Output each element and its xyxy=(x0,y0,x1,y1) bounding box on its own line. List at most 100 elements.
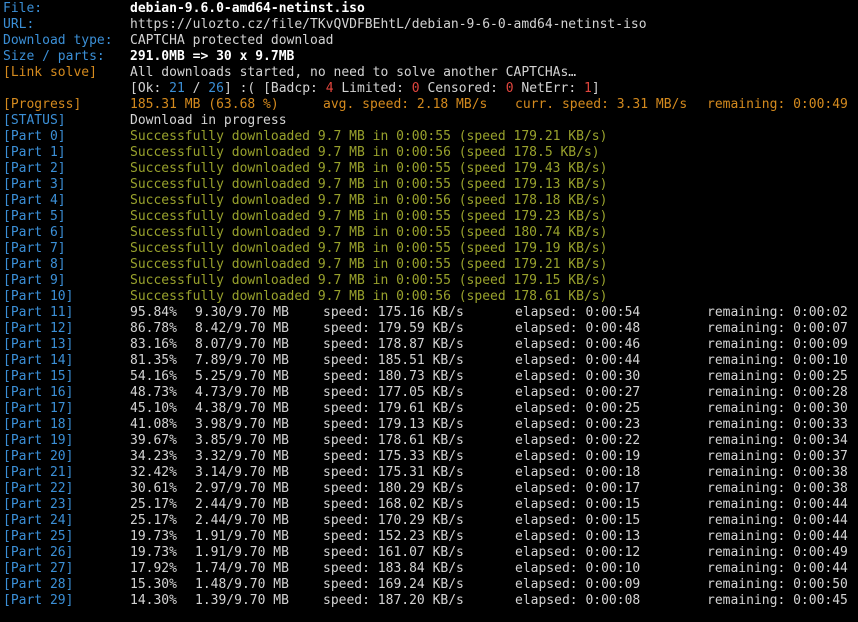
part-elapsed: elapsed: 0:00:18 xyxy=(515,465,641,480)
part-success-message: Successfully downloaded 9.7 MB in 0:00:5… xyxy=(130,241,608,256)
part-success-message: Successfully downloaded 9.7 MB in 0:00:5… xyxy=(130,161,608,176)
stats-ok-count: 21 xyxy=(169,81,185,96)
active-part-row: [Part 14] 81.35% 7.89/9.70 MB speed: 185.51… xyxy=(0,353,858,369)
part-speed: speed: 168.02 KB/s xyxy=(323,497,464,512)
part-label: [Part 19] xyxy=(3,433,74,448)
part-label: [Part 25] xyxy=(3,529,74,544)
part-remaining: remaining: 0:00:34 xyxy=(707,433,848,448)
part-label: [Part 13] xyxy=(3,337,74,352)
part-label: [Part 16] xyxy=(3,385,74,400)
part-size: 3.14/9.70 MB xyxy=(195,465,289,480)
part-elapsed: elapsed: 0:00:19 xyxy=(515,449,641,464)
completed-part-row: [Part 6] Successfully downloaded 9.7 MB i… xyxy=(0,225,858,241)
part-elapsed: elapsed: 0:00:48 xyxy=(515,321,641,336)
part-percent: 54.16% xyxy=(130,369,177,384)
part-remaining: remaining: 0:00:33 xyxy=(707,417,848,432)
part-speed: speed: 187.20 KB/s xyxy=(323,593,464,608)
part-percent: 34.23% xyxy=(130,449,177,464)
active-part-row: [Part 12] 86.78% 8.42/9.70 MB speed: 179.59… xyxy=(0,321,858,337)
completed-part-row: [Part 10] Successfully downloaded 9.7 MB … xyxy=(0,289,858,305)
part-label: [Part 28] xyxy=(3,577,74,592)
part-elapsed: elapsed: 0:00:15 xyxy=(515,513,641,528)
part-size: 4.38/9.70 MB xyxy=(195,401,289,416)
part-elapsed: elapsed: 0:00:44 xyxy=(515,353,641,368)
part-percent: 30.61% xyxy=(130,481,177,496)
status-value: Download in progress xyxy=(130,113,287,128)
active-part-row: [Part 17] 45.10% 4.38/9.70 MB speed: 179.61… xyxy=(0,401,858,417)
link-solve-message: All downloads started, no need to solve … xyxy=(130,65,577,80)
part-elapsed: elapsed: 0:00:30 xyxy=(515,369,641,384)
part-label: [Part 3] xyxy=(3,177,66,192)
part-elapsed: elapsed: 0:00:08 xyxy=(515,593,641,608)
file-label: File: xyxy=(3,1,43,16)
stats-censored-label: Censored: xyxy=(419,81,506,96)
part-label: [Part 21] xyxy=(3,465,74,480)
completed-part-row: [Part 7] Successfully downloaded 9.7 MB i… xyxy=(0,241,858,257)
part-speed: speed: 185.51 KB/s xyxy=(323,353,464,368)
part-remaining: remaining: 0:00:25 xyxy=(707,369,848,384)
part-speed: speed: 152.23 KB/s xyxy=(323,529,464,544)
part-size: 2.44/9.70 MB xyxy=(195,513,289,528)
part-remaining: remaining: 0:00:38 xyxy=(707,465,848,480)
part-label: [Part 20] xyxy=(3,449,74,464)
part-remaining: remaining: 0:00:30 xyxy=(707,401,848,416)
part-size: 1.91/9.70 MB xyxy=(195,545,289,560)
part-speed: speed: 177.05 KB/s xyxy=(323,385,464,400)
part-speed: speed: 180.73 KB/s xyxy=(323,369,464,384)
part-elapsed: elapsed: 0:00:54 xyxy=(515,305,641,320)
part-speed: speed: 175.16 KB/s xyxy=(323,305,464,320)
active-part-row: [Part 16] 48.73% 4.73/9.70 MB speed: 177.05… xyxy=(0,385,858,401)
part-size: 7.89/9.70 MB xyxy=(195,353,289,368)
part-size: 8.07/9.70 MB xyxy=(195,337,289,352)
part-label: [Part 2] xyxy=(3,161,66,176)
size-value: 291.0MB => 30 x 9.7MB xyxy=(130,49,295,64)
part-percent: 19.73% xyxy=(130,545,177,560)
part-elapsed: elapsed: 0:00:15 xyxy=(515,497,641,512)
part-label: [Part 5] xyxy=(3,209,66,224)
download-type-label: Download type: xyxy=(3,33,113,48)
progress-amount: 185.31 MB (63.68 %) xyxy=(130,97,279,112)
part-success-message: Successfully downloaded 9.7 MB in 0:00:5… xyxy=(130,177,608,192)
part-speed: speed: 180.29 KB/s xyxy=(323,481,464,496)
captcha-stats-row: [Ok: 21 / 26] :( [Badcp: 4 Limited: 0 Ce… xyxy=(0,81,858,97)
url-value: https://ulozto.cz/file/TKvQVDFBEhtL/debi… xyxy=(130,17,647,32)
part-size: 8.42/9.70 MB xyxy=(195,321,289,336)
completed-part-row: [Part 9] Successfully downloaded 9.7 MB i… xyxy=(0,273,858,289)
part-speed: speed: 179.59 KB/s xyxy=(323,321,464,336)
stats-limited-label: Limited: xyxy=(333,81,412,96)
part-size: 1.74/9.70 MB xyxy=(195,561,289,576)
stats-censored-count: 0 xyxy=(505,81,514,96)
download-type-row: Download type: CAPTCHA protected downloa… xyxy=(0,33,858,49)
part-elapsed: elapsed: 0:00:17 xyxy=(515,481,641,496)
part-percent: 39.67% xyxy=(130,433,177,448)
active-part-row: [Part 18] 41.08% 3.98/9.70 MB speed: 179.13… xyxy=(0,417,858,433)
part-label: [Part 29] xyxy=(3,593,74,608)
part-percent: 48.73% xyxy=(130,385,177,400)
part-remaining: remaining: 0:00:44 xyxy=(707,497,848,512)
part-success-message: Successfully downloaded 9.7 MB in 0:00:5… xyxy=(130,129,608,144)
part-speed: speed: 178.61 KB/s xyxy=(323,433,464,448)
stats-limited-count: 0 xyxy=(411,81,420,96)
part-remaining: remaining: 0:00:28 xyxy=(707,385,848,400)
part-remaining: remaining: 0:00:10 xyxy=(707,353,848,368)
part-elapsed: elapsed: 0:00:25 xyxy=(515,401,641,416)
stats-total-count: 26 xyxy=(208,81,224,96)
part-size: 3.85/9.70 MB xyxy=(195,433,289,448)
completed-part-row: [Part 4] Successfully downloaded 9.7 MB i… xyxy=(0,193,858,209)
part-remaining: remaining: 0:00:50 xyxy=(707,577,848,592)
part-success-message: Successfully downloaded 9.7 MB in 0:00:5… xyxy=(130,257,608,272)
part-label: [Part 8] xyxy=(3,257,66,272)
part-percent: 15.30% xyxy=(130,577,177,592)
link-solve-row: [Link solve] All downloads started, no n… xyxy=(0,65,858,81)
part-size: 5.25/9.70 MB xyxy=(195,369,289,384)
file-row: File: debian-9.6.0-amd64-netinst.iso xyxy=(0,1,858,17)
part-percent: 45.10% xyxy=(130,401,177,416)
active-part-row: [Part 26] 19.73% 1.91/9.70 MB speed: 161.07… xyxy=(0,545,858,561)
completed-part-row: [Part 2] Successfully downloaded 9.7 MB i… xyxy=(0,161,858,177)
part-label: [Part 1] xyxy=(3,145,66,160)
part-percent: 25.17% xyxy=(130,497,177,512)
active-part-row: [Part 27] 17.92% 1.74/9.70 MB speed: 183.84… xyxy=(0,561,858,577)
part-label: [Part 18] xyxy=(3,417,74,432)
part-label: [Part 7] xyxy=(3,241,66,256)
part-elapsed: elapsed: 0:00:46 xyxy=(515,337,641,352)
